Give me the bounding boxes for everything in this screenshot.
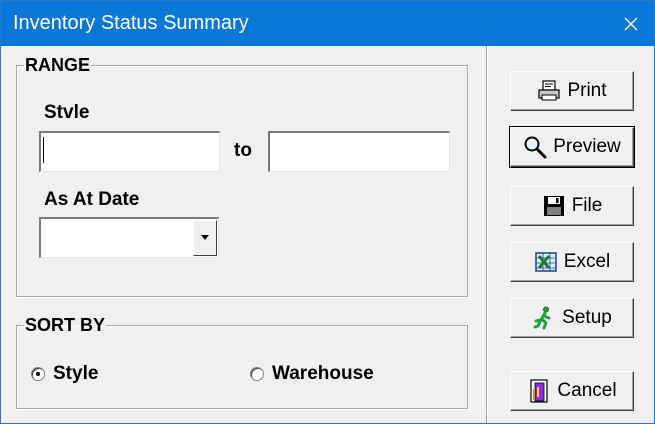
range-legend: RANGE [25, 55, 91, 75]
to-label: to [234, 140, 252, 161]
sort-by-style-label: Style [53, 363, 99, 384]
magnifier-icon [524, 136, 547, 159]
excel-button[interactable]: Excel [510, 242, 634, 282]
text-caret [43, 137, 44, 163]
radio-button-icon [250, 367, 264, 381]
preview-label: Preview [553, 136, 621, 157]
setup-label: Setup [562, 307, 612, 328]
style-label: Stvle [44, 102, 90, 123]
panel-divider-highlight [487, 46, 488, 423]
excel-icon [535, 252, 557, 272]
close-button[interactable] [608, 1, 654, 46]
excel-label: Excel [563, 251, 611, 272]
close-icon [624, 17, 638, 30]
sort-by-style-radio[interactable]: Style [31, 363, 98, 385]
sort-by-warehouse-radio[interactable]: Warehouse [250, 363, 374, 385]
floppy-disk-icon [543, 196, 564, 216]
style-from-input-wrap[interactable] [39, 131, 220, 172]
printer-icon [538, 80, 561, 101]
as-at-date-dropdown[interactable] [39, 217, 219, 258]
print-label: Print [567, 80, 607, 101]
chevron-down-icon [201, 235, 209, 240]
cancel-label: Cancel [557, 380, 617, 401]
preview-button[interactable]: Preview [509, 126, 635, 168]
print-button[interactable]: Print [510, 71, 634, 111]
dialog-window: Inventory Status Summary RANGE Stvle to … [0, 0, 655, 424]
sort-by-group: SORT BY [16, 315, 468, 409]
sort-by-warehouse-label: Warehouse [272, 363, 374, 384]
radio-button-icon [31, 367, 45, 381]
range-group: RANGE [16, 55, 468, 297]
as-at-date-label: As At Date [44, 189, 140, 210]
exit-door-icon [530, 379, 549, 403]
cancel-button[interactable]: Cancel [510, 371, 634, 411]
style-to-input[interactable] [268, 131, 450, 172]
style-from-input[interactable] [39, 131, 220, 172]
file-button[interactable]: File [510, 186, 634, 226]
file-label: File [571, 195, 603, 216]
title-bar[interactable]: Inventory Status Summary [1, 1, 654, 46]
radio-selected-dot [36, 372, 40, 376]
sort-by-legend: SORT BY [25, 315, 106, 335]
running-man-icon [533, 306, 551, 330]
window-title: Inventory Status Summary [13, 12, 249, 34]
setup-button[interactable]: Setup [510, 298, 634, 338]
dropdown-button[interactable] [193, 220, 217, 256]
